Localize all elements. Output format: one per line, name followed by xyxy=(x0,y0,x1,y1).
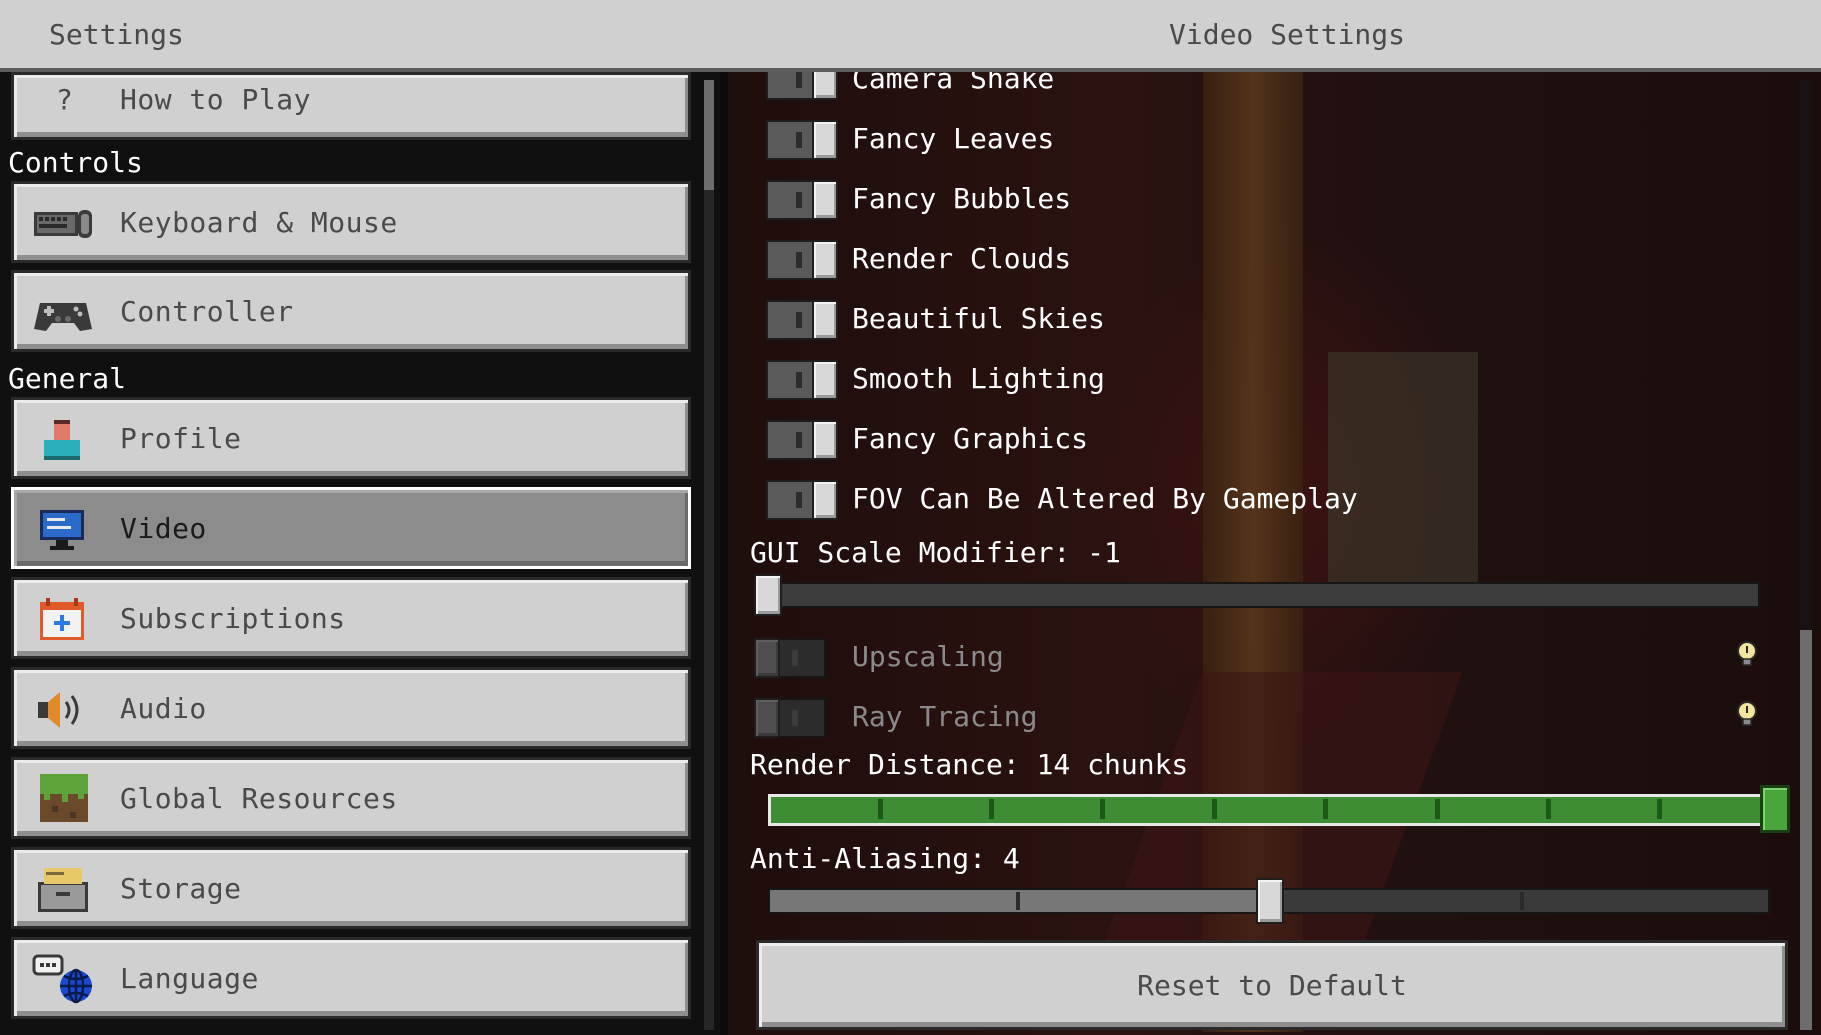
video-settings-title: Video Settings xyxy=(1169,18,1406,51)
reset-button-label: Reset to Default xyxy=(1137,969,1407,1002)
sidebar-item-label: Controller xyxy=(120,295,294,328)
toggle-row-render-clouds[interactable]: Render Clouds xyxy=(728,240,1788,286)
toggle-label: Camera Shake xyxy=(852,72,1055,95)
sidebar-item-label: Profile xyxy=(120,422,242,455)
render-distance-tick xyxy=(1657,799,1662,819)
toggle-row-fancy-leaves[interactable]: Fancy Leaves xyxy=(728,120,1788,166)
toggle-label: Upscaling xyxy=(852,640,1004,673)
toggle-row-fancy-bubbles[interactable]: Fancy Bubbles xyxy=(728,180,1788,226)
sidebar-item-global-resources[interactable]: Global Resources xyxy=(11,757,691,839)
render-distance-tick xyxy=(1546,799,1551,819)
video-settings-panel: Camera Shake Fancy Leaves Fancy Bubbles … xyxy=(728,72,1821,1035)
fov-gameplay-toggle[interactable] xyxy=(766,480,838,520)
fancy-leaves-toggle[interactable] xyxy=(766,120,838,160)
profile-icon xyxy=(44,420,80,460)
toggle-row-upscaling: Upscaling xyxy=(728,638,1788,684)
subscriptions-icon xyxy=(40,598,84,640)
fancy-graphics-toggle[interactable] xyxy=(766,420,838,460)
settings-scrollbar-thumb[interactable] xyxy=(1800,630,1812,1030)
sidebar-item-label: Storage xyxy=(120,872,242,905)
render-distance-tick xyxy=(989,799,994,819)
render-distance-slider-knob[interactable] xyxy=(1760,785,1790,833)
render-distance-tick xyxy=(878,799,883,819)
sidebar-item-label: Language xyxy=(120,962,259,995)
anti-aliasing-tick xyxy=(1016,892,1020,910)
audio-speaker-icon xyxy=(38,692,79,728)
anti-aliasing-slider-knob[interactable] xyxy=(1256,878,1284,924)
toggle-label: Fancy Leaves xyxy=(852,122,1055,155)
info-bulb-icon[interactable] xyxy=(1733,700,1761,728)
anti-aliasing-label: Anti-Aliasing: 4 xyxy=(750,842,1020,875)
section-header-controls: Controls xyxy=(8,146,143,179)
toggle-row-camera-shake[interactable]: Camera Shake xyxy=(728,72,1788,106)
sidebar-item-profile[interactable]: Profile xyxy=(11,397,691,479)
sidebar-item-language[interactable]: Language xyxy=(11,937,691,1019)
settings-sidebar: ? How to Play Controls Keyboard & Mouse … xyxy=(0,72,720,1035)
sidebar-scrollbar-thumb[interactable] xyxy=(704,80,714,190)
toggle-label: Ray Tracing xyxy=(852,700,1038,733)
reset-to-default-button[interactable]: Reset to Default xyxy=(756,940,1788,1030)
gui-scale-slider-track[interactable] xyxy=(760,582,1760,608)
storage-icon xyxy=(38,868,88,912)
render-distance-label: Render Distance: 14 chunks xyxy=(750,748,1189,781)
toggle-label: Fancy Graphics xyxy=(852,422,1089,455)
title-bar: Settings Video Settings xyxy=(0,0,1821,72)
sidebar-scrollbar-track[interactable] xyxy=(704,80,714,1030)
camera-shake-toggle[interactable] xyxy=(766,72,838,100)
sidebar-item-video[interactable]: Video xyxy=(11,487,691,569)
sidebar-item-label: Subscriptions xyxy=(120,602,346,635)
sidebar-item-label: Audio xyxy=(120,692,207,725)
sidebar-item-label: How to Play xyxy=(120,83,311,116)
sidebar-item-controller[interactable]: Controller xyxy=(11,270,691,352)
render-distance-tick xyxy=(1100,799,1105,819)
toggle-label: Smooth Lighting xyxy=(852,362,1105,395)
render-distance-tick xyxy=(1435,799,1440,819)
video-monitor-icon xyxy=(40,510,84,550)
upscaling-toggle xyxy=(754,638,826,678)
toggle-label: Render Clouds xyxy=(852,242,1072,275)
render-clouds-toggle[interactable] xyxy=(766,240,838,280)
toggle-row-fancy-graphics[interactable]: Fancy Graphics xyxy=(728,420,1788,466)
toggle-label: Fancy Bubbles xyxy=(852,182,1072,215)
toggle-label: FOV Can Be Altered By Gameplay xyxy=(852,482,1358,515)
toggle-row-beautiful-skies[interactable]: Beautiful Skies xyxy=(728,300,1788,346)
sidebar-item-audio[interactable]: Audio xyxy=(11,667,691,749)
render-distance-tick xyxy=(1212,799,1217,819)
smooth-lighting-toggle[interactable] xyxy=(766,360,838,400)
render-distance-tick xyxy=(1323,799,1328,819)
section-header-general: General xyxy=(8,362,127,395)
sidebar-item-subscriptions[interactable]: Subscriptions xyxy=(11,577,691,659)
language-icon xyxy=(32,954,92,1004)
gui-scale-slider-knob[interactable] xyxy=(754,574,782,616)
sidebar-item-label: Video xyxy=(120,512,207,545)
toggle-row-smooth-lighting[interactable]: Smooth Lighting xyxy=(728,360,1788,406)
toggle-row-fov-gameplay[interactable]: FOV Can Be Altered By Gameplay xyxy=(728,480,1788,526)
sidebar-item-keyboard-mouse[interactable]: Keyboard & Mouse xyxy=(11,181,691,263)
sidebar-item-label: Keyboard & Mouse xyxy=(120,206,398,239)
toggle-label: Beautiful Skies xyxy=(852,302,1105,335)
toggle-row-ray-tracing: Ray Tracing xyxy=(728,698,1788,744)
fancy-bubbles-toggle[interactable] xyxy=(766,180,838,220)
sidebar-item-label: Global Resources xyxy=(120,782,398,815)
ray-tracing-toggle xyxy=(754,698,826,738)
info-bulb-icon[interactable] xyxy=(1733,640,1761,668)
keyboard-mouse-icon xyxy=(34,210,92,238)
sidebar-item-how-to-play[interactable]: ? How to Play xyxy=(11,72,691,140)
anti-aliasing-tick xyxy=(1520,892,1524,910)
beautiful-skies-toggle[interactable] xyxy=(766,300,838,340)
gui-scale-label: GUI Scale Modifier: -1 xyxy=(750,536,1121,569)
global-resources-icon xyxy=(40,774,88,822)
question-mark-icon: ? xyxy=(56,83,73,116)
settings-title: Settings xyxy=(49,18,184,51)
sidebar-item-storage[interactable]: Storage xyxy=(11,847,691,929)
render-distance-slider-track[interactable] xyxy=(768,794,1770,826)
controller-icon xyxy=(34,303,92,331)
